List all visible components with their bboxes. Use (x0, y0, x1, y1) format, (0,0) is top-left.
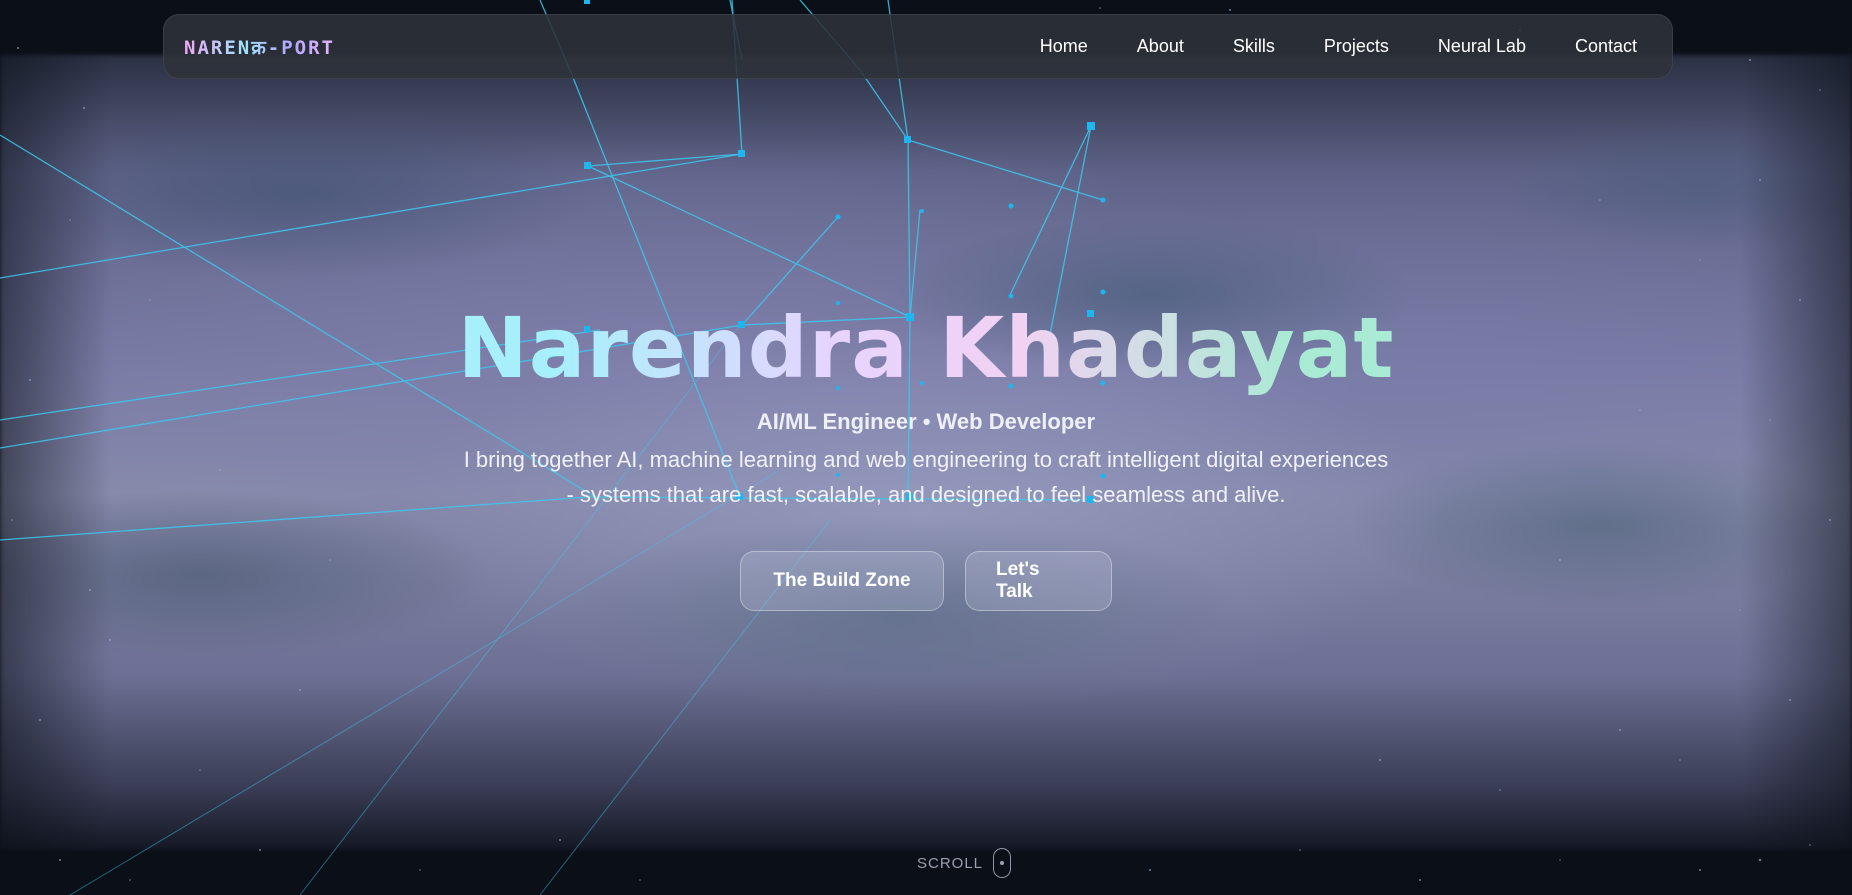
top-navbar: NARENक्र-PORT Home About Skills Projects… (163, 14, 1673, 79)
mouse-icon (993, 848, 1012, 878)
hero-description-line-1: I bring together AI, machine learning an… (463, 447, 1389, 472)
scroll-label: SCROLL (917, 854, 984, 872)
nav-item-home[interactable]: Home (1040, 36, 1088, 57)
nav-item-contact[interactable]: Contact (1575, 36, 1637, 57)
nav-item-neural-lab[interactable]: Neural Lab (1438, 36, 1526, 57)
nav-item-about[interactable]: About (1137, 36, 1184, 57)
build-zone-button[interactable]: The Build Zone (740, 551, 944, 611)
hero-buttons: The Build Zone Let's Talk (0, 551, 1852, 611)
nav-item-skills[interactable]: Skills (1233, 36, 1275, 57)
nav-links: Home About Skills Projects Neural Lab Co… (991, 36, 1637, 57)
hero-role: AI/ML Engineer • Web Developer (756, 409, 1096, 434)
scroll-indicator[interactable]: SCROLL (917, 848, 1012, 878)
hero-description-line-2: - systems that are fast, scalable, and d… (566, 482, 1286, 507)
hero-name: Narendra Khadayat (0, 298, 1852, 398)
lets-talk-button[interactable]: Let's Talk (965, 551, 1112, 611)
hero-description: I bring together AI, machine learning an… (0, 442, 1852, 512)
page-background: NARENक्र-PORT Home About Skills Projects… (0, 0, 1852, 895)
site-logo[interactable]: NARENक्र-PORT (184, 34, 335, 60)
nav-item-projects[interactable]: Projects (1324, 36, 1389, 57)
